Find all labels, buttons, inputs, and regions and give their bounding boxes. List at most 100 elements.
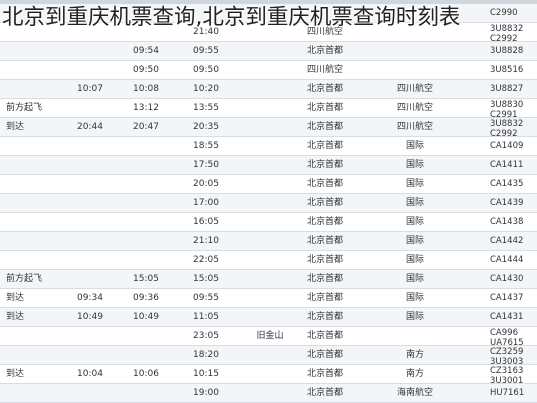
status-note: [6, 137, 50, 156]
origin-city: [248, 346, 292, 365]
scheduled-time: 13:55: [193, 103, 219, 113]
scheduled-time: 17:00: [193, 198, 219, 208]
actual-arrival-time: [70, 194, 110, 213]
airport-or-airline: 北京首都: [306, 84, 343, 94]
airport-or-airline: 北京首都: [306, 293, 343, 303]
scheduled-time: 15:05: [193, 274, 219, 284]
table-row: 18:55 北京首都 国际 CA1409: [0, 137, 537, 156]
table-row: 20:05 北京首都 国际 CA1435: [0, 175, 537, 194]
origin-city: [248, 251, 292, 270]
flight-number: CA1438: [490, 217, 524, 227]
actual-arrival-time: [70, 61, 110, 80]
table-row: 到达 09:34 09:36 09:55 北京首都 国际 CA1437: [0, 289, 537, 308]
airport-or-airline: 北京首都: [306, 388, 343, 398]
estimated-arrival-time: [126, 156, 166, 175]
terminal-or-airline: 国际: [405, 217, 424, 227]
estimated-arrival-time: [126, 327, 166, 346]
airport-or-airline: 四川航空: [306, 65, 343, 75]
airport-or-airline: 北京首都: [306, 217, 343, 227]
actual-arrival-time: [70, 137, 110, 156]
estimated-arrival-time: 09:36: [133, 293, 159, 303]
actual-arrival-time: 10:04: [77, 369, 103, 379]
table-row: 21:10 北京首都 国际 CA1442: [0, 232, 537, 251]
origin-city: [248, 137, 292, 156]
table-row: 到达 20:44 20:47 20:35 北京首都 四川航空 3U8832 C2992: [0, 118, 537, 139]
table-row: 18:20 北京首都 南方 CZ3259 3U3003: [0, 346, 537, 367]
airport-or-airline: 北京首都: [306, 331, 343, 341]
estimated-arrival-time: 20:47: [133, 122, 159, 132]
table-row: 17:50 北京首都 国际 CA1411: [0, 156, 537, 175]
status-note: [6, 175, 50, 194]
terminal-or-airline: 四川航空: [396, 103, 433, 113]
table-row: 到达 10:49 10:49 11:05 北京首都 国际 CA1431: [0, 308, 537, 327]
actual-arrival-time: [70, 232, 110, 251]
status-note: [6, 42, 50, 61]
table-row: 17:00 北京首都 国际 CA1439: [0, 194, 537, 213]
origin-city: [248, 232, 292, 251]
page-title: 北京到重庆机票查询,北京到重庆机票查询时刻表: [2, 5, 461, 30]
scheduled-time: 22:05: [193, 255, 219, 265]
table-row: 19:00 北京首都 海南航空 HU7161: [0, 384, 537, 403]
flight-number: CA1439: [490, 198, 524, 208]
status-note: [6, 327, 50, 346]
actual-arrival-time: [70, 42, 110, 61]
airport-or-airline: 北京首都: [306, 369, 343, 379]
flight-number: 3U8832 C2992: [490, 119, 524, 139]
status-note: [6, 156, 50, 175]
scheduled-time: 10:20: [193, 84, 219, 94]
status-note: [6, 80, 50, 99]
scheduled-time: 21:10: [193, 236, 219, 246]
flight-number: 3U8828: [490, 46, 524, 56]
terminal-or-airline: 国际: [405, 236, 424, 246]
terminal-or-airline: 四川航空: [396, 122, 433, 132]
airport-or-airline: 北京首都: [306, 274, 343, 284]
estimated-arrival-time: [126, 251, 166, 270]
terminal-or-airline: 国际: [405, 293, 424, 303]
terminal-or-airline: [395, 42, 435, 61]
actual-arrival-time: [70, 384, 110, 403]
scheduled-time: 16:05: [193, 217, 219, 227]
actual-arrival-time: 10:07: [77, 84, 103, 94]
airport-or-airline: 北京首都: [306, 198, 343, 208]
status-note: [6, 194, 50, 213]
airport-or-airline: 北京首都: [306, 141, 343, 151]
terminal-or-airline: 四川航空: [396, 84, 433, 94]
origin-city: [248, 213, 292, 232]
origin-city: [248, 270, 292, 289]
estimated-arrival-time: 13:12: [133, 103, 159, 113]
airport-or-airline: 北京首都: [306, 122, 343, 132]
terminal-or-airline: 南方: [405, 369, 424, 379]
flight-number: CA1430: [490, 274, 524, 284]
terminal-or-airline: 南方: [405, 350, 424, 360]
flight-number: CA1435: [490, 179, 524, 189]
terminal-or-airline: 海南航空: [396, 388, 433, 398]
flight-number: 3U8516: [490, 65, 524, 75]
table-row: 10:07 10:08 10:20 北京首都 四川航空 3U8827: [0, 80, 537, 99]
airport-or-airline: 北京首都: [306, 350, 343, 360]
flight-number: CA1437: [490, 293, 524, 303]
estimated-arrival-time: [126, 384, 166, 403]
flight-number: CZ3259 3U3003: [490, 347, 524, 367]
actual-arrival-time: [70, 327, 110, 346]
table-row: 16:05 北京首都 国际 CA1438: [0, 213, 537, 232]
airport-or-airline: 北京首都: [306, 312, 343, 322]
actual-arrival-time: [70, 346, 110, 365]
scheduled-time: 10:15: [193, 369, 219, 379]
flight-number: 3U8830 C2991: [490, 100, 524, 120]
status-note: 到达: [6, 293, 25, 303]
status-note: 到达: [6, 369, 25, 379]
estimated-arrival-time: [126, 194, 166, 213]
airport-or-airline: 北京首都: [306, 103, 343, 113]
actual-arrival-time: 20:44: [77, 122, 103, 132]
estimated-arrival-time: [126, 175, 166, 194]
estimated-arrival-time: [126, 137, 166, 156]
scheduled-time: 09:50: [193, 65, 219, 75]
scheduled-time: 17:50: [193, 160, 219, 170]
airport-or-airline: 北京首都: [306, 179, 343, 189]
origin-city: [248, 156, 292, 175]
actual-arrival-time: [70, 213, 110, 232]
flight-number: CA1411: [490, 160, 524, 170]
estimated-arrival-time: 10:49: [133, 312, 159, 322]
terminal-or-airline: 国际: [405, 160, 424, 170]
flight-number: CA1409: [490, 141, 524, 151]
